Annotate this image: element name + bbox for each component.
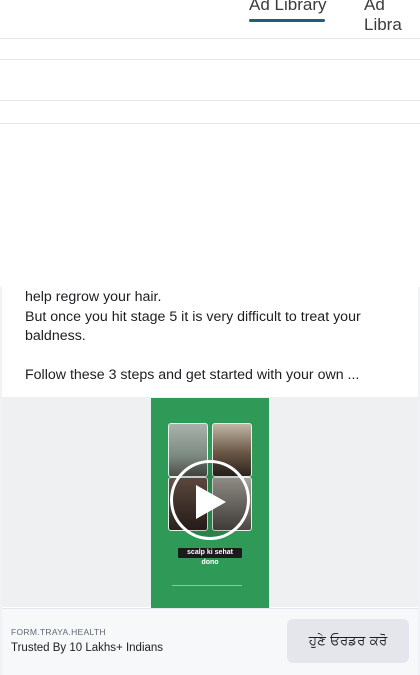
ad-body-line: But once you hit stage 5 it is very diff… (25, 308, 361, 345)
video-caption: scalp ki sehat dono (178, 548, 242, 566)
top-navigation: Ad Library Ad Libra (0, 0, 420, 39)
ad-domain[interactable]: FORM.TRAYA.HEALTH (11, 627, 106, 637)
ad-body-text: help regrow your hair. But once you hit … (25, 288, 385, 386)
active-tab-indicator (249, 19, 325, 22)
ad-subtitle: Trusted By 10 Lakhs+ Indians (11, 642, 164, 654)
video-progress-line (172, 585, 242, 586)
filter-bar[interactable] (0, 59, 420, 101)
tab-ad-library[interactable]: Ad Library (249, 0, 326, 15)
tab-ad-library-secondary[interactable]: Ad Libra (364, 0, 420, 35)
order-now-button[interactable]: ਹੁਣੇ ਓਰਡਰ ਕਰੋ (287, 619, 409, 663)
section-divider (0, 123, 420, 124)
play-icon (196, 485, 226, 519)
ad-body-line: Follow these 3 steps and get started wit… (25, 367, 360, 383)
ad-body-line: help regrow your hair. (25, 289, 162, 305)
